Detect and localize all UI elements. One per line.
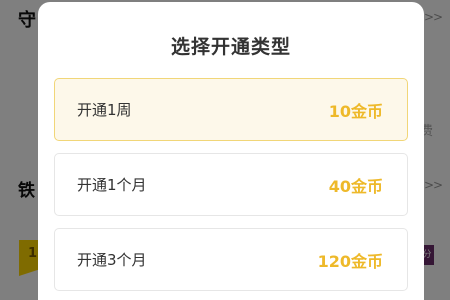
option-label: 开通3个月	[77, 251, 147, 269]
option-1-month[interactable]: 开通1个月 40金币	[54, 153, 408, 216]
dialog-title: 选择开通类型	[170, 36, 291, 58]
option-label: 开通1个月	[77, 176, 147, 194]
option-price: 120金币	[317, 251, 383, 271]
option-price: 40金币	[328, 176, 383, 196]
option-price: 10金币	[328, 101, 383, 121]
option-list: 开通1周 10金币 开通1个月 40金币 开通3个月 120金币	[54, 78, 408, 300]
option-1-week[interactable]: 开通1周 10金币	[54, 78, 408, 141]
option-3-months[interactable]: 开通3个月 120金币	[54, 228, 408, 291]
select-type-dialog: 选择开通类型 开通1周 10金币 开通1个月 40金币 开通3个月 120金币	[38, 2, 424, 300]
option-label: 开通1周	[77, 101, 132, 119]
